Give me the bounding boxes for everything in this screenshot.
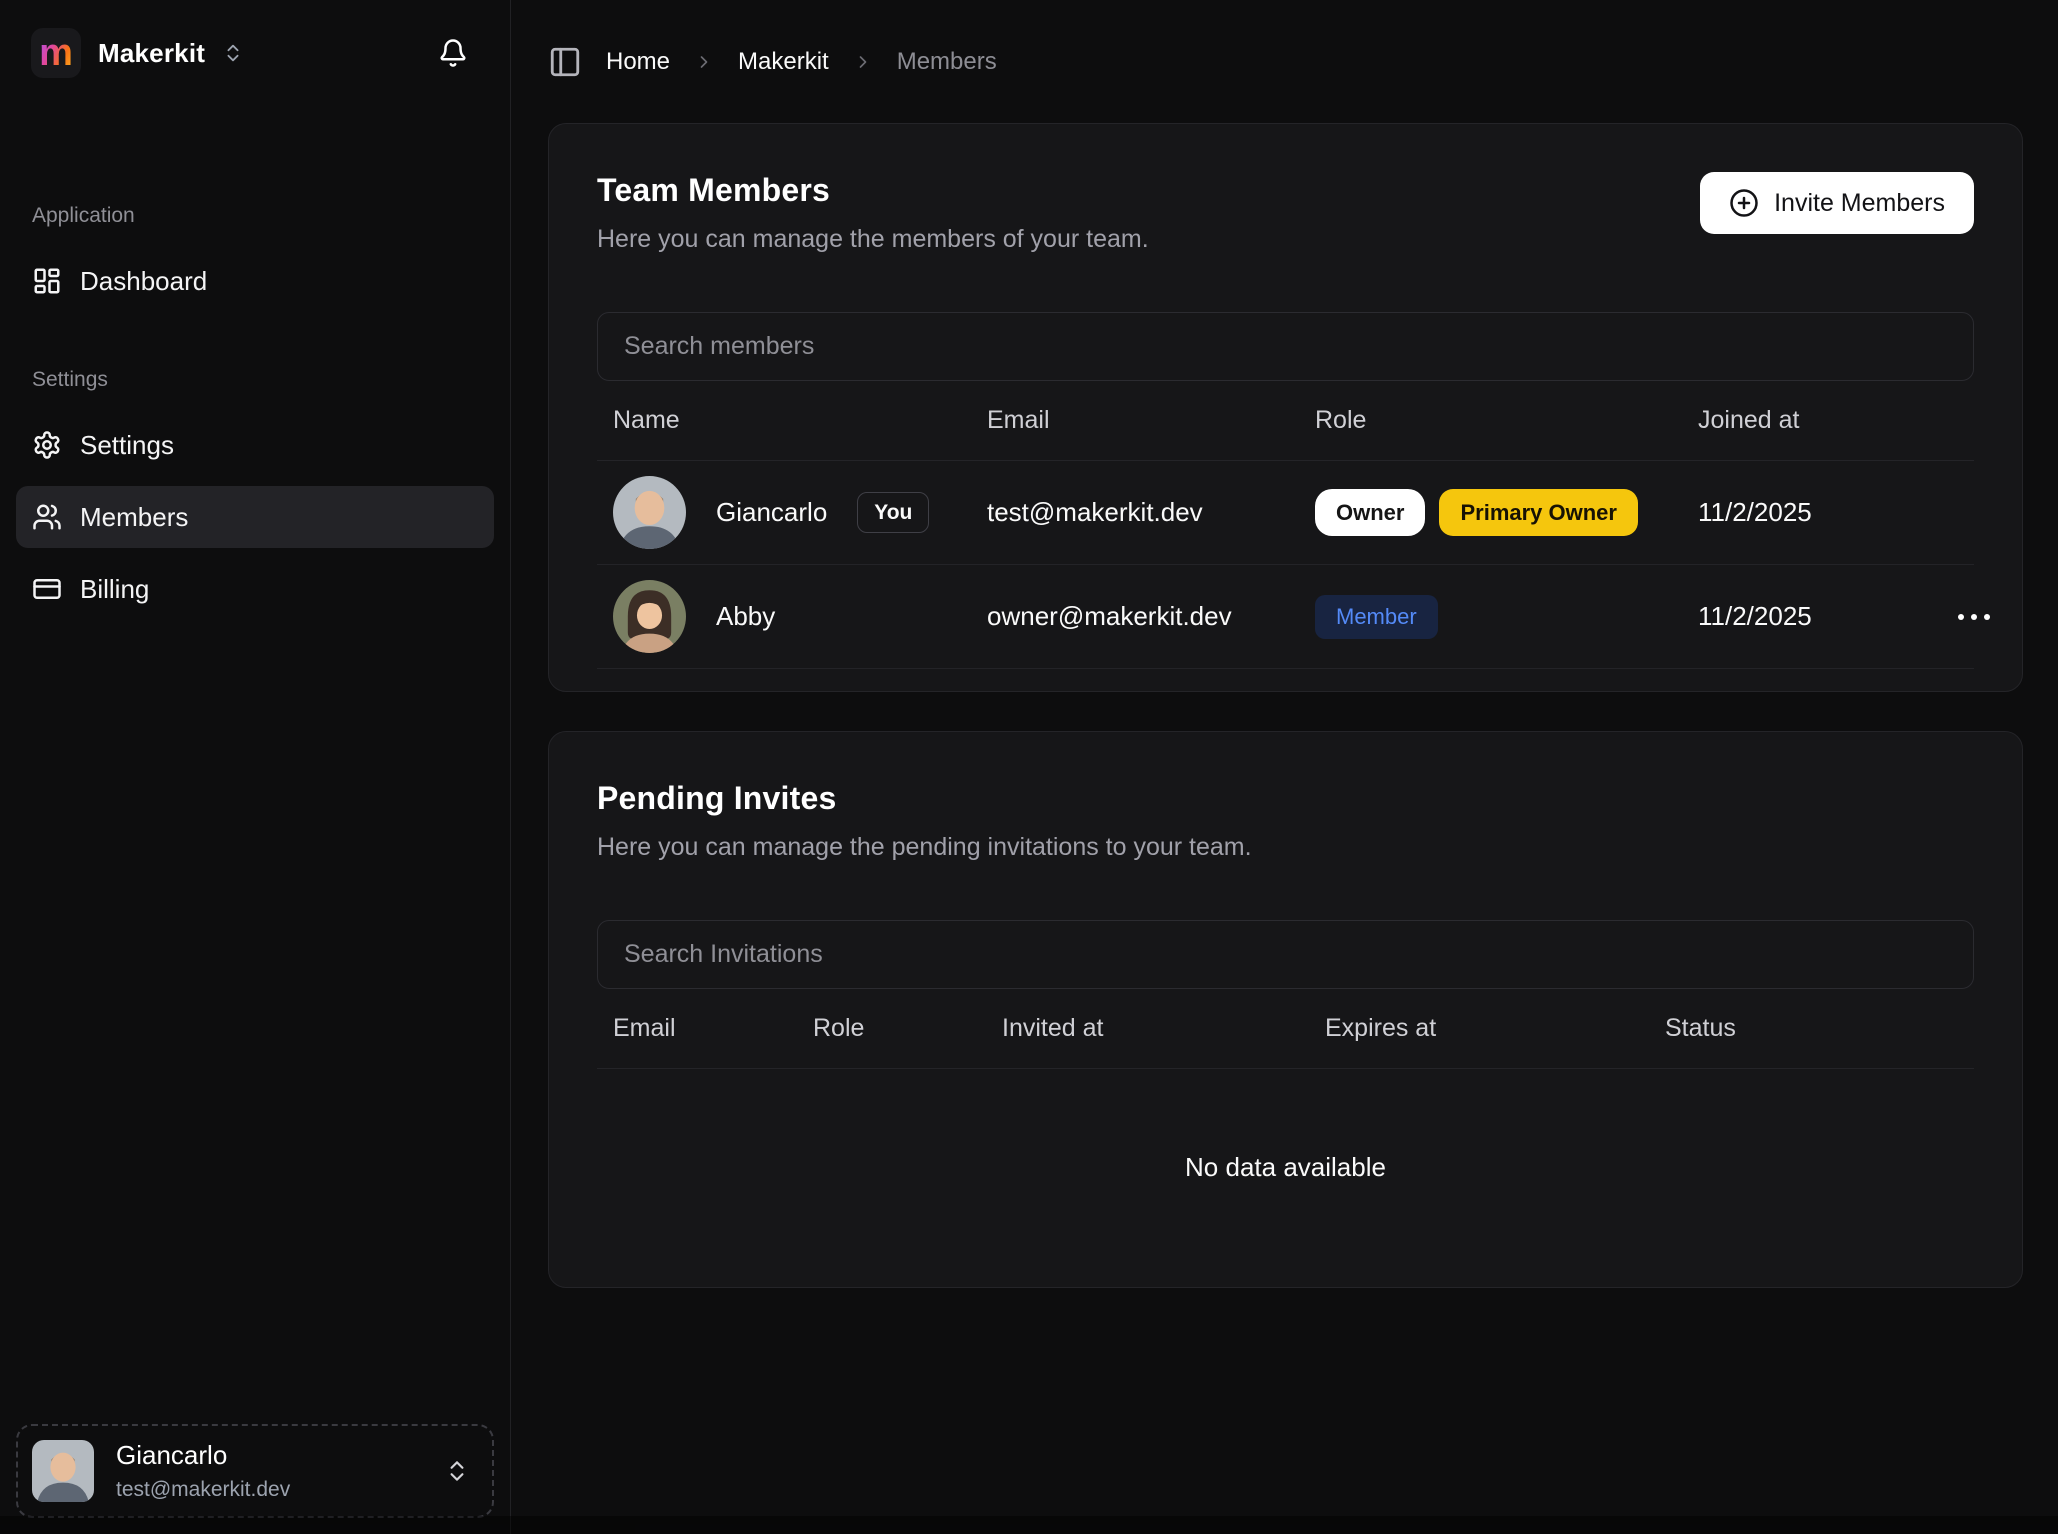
role-badge-primary-owner: Primary Owner xyxy=(1439,489,1638,536)
member-name-cell: Giancarlo You xyxy=(597,476,987,549)
row-actions-button[interactable] xyxy=(1948,604,2000,630)
search-members-input[interactable] xyxy=(597,312,1974,381)
ellipsis-icon xyxy=(1958,614,1964,620)
breadcrumb-home[interactable]: Home xyxy=(606,48,670,76)
sidebar-item-dashboard[interactable]: Dashboard xyxy=(16,250,494,312)
nav-section-application: Application Dashboard xyxy=(16,204,494,312)
user-name: Giancarlo xyxy=(116,1440,290,1471)
app-root: m Makerkit Application D xyxy=(0,0,2058,1534)
sidebar-footer: Giancarlo test@makerkit.dev xyxy=(0,1408,510,1534)
member-joined-at: 11/2/2025 xyxy=(1698,497,1948,528)
ellipsis-icon xyxy=(1971,614,1977,620)
role-badge-member: Member xyxy=(1315,595,1438,639)
table-row: Abby owner@makerkit.dev Member 11/2/2025 xyxy=(597,565,1974,669)
sidebar-item-label: Settings xyxy=(80,430,174,461)
team-members-heading: Team Members Here you can manage the mem… xyxy=(597,172,1149,254)
nav-section-label: Settings xyxy=(32,368,494,392)
avatar xyxy=(613,476,686,549)
member-roles-cell: Owner Primary Owner xyxy=(1315,489,1698,536)
column-header-expires-at: Expires at xyxy=(1325,1014,1665,1043)
sidebar-item-settings[interactable]: Settings xyxy=(16,414,494,476)
sidebar-item-members[interactable]: Members xyxy=(16,486,494,548)
sidebar: m Makerkit Application D xyxy=(0,0,511,1534)
column-header-email: Email xyxy=(987,406,1315,435)
chevrons-up-down-icon xyxy=(444,1458,470,1484)
sidebar-nav: Application Dashboard Settings Settings xyxy=(0,204,510,630)
team-members-header: Team Members Here you can manage the mem… xyxy=(597,172,1974,254)
notifications-button[interactable] xyxy=(432,32,474,74)
avatar xyxy=(32,1440,94,1502)
member-name: Giancarlo xyxy=(716,497,827,528)
panel-left-icon xyxy=(548,45,582,79)
workspace-logo: m xyxy=(31,28,81,78)
sidebar-item-billing[interactable]: Billing xyxy=(16,558,494,620)
column-header-role: Role xyxy=(813,1014,1002,1043)
users-icon xyxy=(32,502,62,532)
team-members-card: Team Members Here you can manage the mem… xyxy=(548,123,2023,692)
page-title: Team Members xyxy=(597,172,1149,209)
members-table-header: Name Email Role Joined at xyxy=(597,381,1974,461)
column-header-role: Role xyxy=(1315,406,1698,435)
user-menu[interactable]: Giancarlo test@makerkit.dev xyxy=(16,1424,494,1518)
bell-icon xyxy=(438,38,468,68)
workspace-logo-letter: m xyxy=(39,28,73,78)
pending-invites-heading: Pending Invites Here you can manage the … xyxy=(597,780,1252,862)
chevrons-up-down-icon xyxy=(222,42,244,64)
section-title: Pending Invites xyxy=(597,780,1252,817)
breadcrumb: Home Makerkit Members xyxy=(548,45,2023,79)
member-name-cell: Abby xyxy=(597,580,987,653)
circle-plus-icon xyxy=(1729,188,1759,218)
breadcrumb-current: Members xyxy=(897,48,997,76)
gear-icon xyxy=(32,430,62,460)
member-joined-at: 11/2/2025 xyxy=(1698,601,1948,632)
pending-invites-card: Pending Invites Here you can manage the … xyxy=(548,731,2023,1288)
avatar xyxy=(613,580,686,653)
member-actions-cell xyxy=(1948,604,2046,630)
role-badge-owner: Owner xyxy=(1315,489,1425,536)
workspace-switcher[interactable]: m Makerkit xyxy=(31,28,244,78)
card-subtitle: Here you can manage the pending invitati… xyxy=(597,833,1252,862)
sidebar-item-label: Members xyxy=(80,502,188,533)
user-meta: Giancarlo test@makerkit.dev xyxy=(116,1440,290,1502)
nav-section-settings: Settings Settings Members xyxy=(16,368,494,620)
nav-section-label: Application xyxy=(32,204,494,228)
invites-table-header: Email Role Invited at Expires at Status xyxy=(597,989,1974,1069)
dashboard-icon xyxy=(32,266,62,296)
sidebar-item-label: Billing xyxy=(80,574,149,605)
column-header-joined-at: Joined at xyxy=(1698,406,1948,435)
empty-state: No data available xyxy=(597,1069,1974,1265)
member-email: owner@makerkit.dev xyxy=(987,601,1315,632)
workspace-name: Makerkit xyxy=(98,38,205,69)
member-name: Abby xyxy=(716,601,775,632)
user-email: test@makerkit.dev xyxy=(116,1478,290,1502)
pending-invites-header: Pending Invites Here you can manage the … xyxy=(597,780,1974,862)
breadcrumb-makerkit[interactable]: Makerkit xyxy=(738,48,829,76)
main-content: Home Makerkit Members Team Members Here … xyxy=(511,0,2058,1534)
chevron-right-icon xyxy=(853,52,873,72)
search-invitations-input[interactable] xyxy=(597,920,1974,989)
column-header-name: Name xyxy=(597,406,987,435)
column-header-email: Email xyxy=(597,1014,813,1043)
table-row: Giancarlo You test@makerkit.dev Owner Pr… xyxy=(597,461,1974,565)
ellipsis-icon xyxy=(1984,614,1990,620)
member-email: test@makerkit.dev xyxy=(987,497,1315,528)
you-badge: You xyxy=(857,492,929,533)
invite-members-label: Invite Members xyxy=(1774,189,1945,218)
credit-card-icon xyxy=(32,574,62,604)
card-subtitle: Here you can manage the members of your … xyxy=(597,225,1149,254)
column-header-status: Status xyxy=(1665,1014,1974,1043)
sidebar-toggle-button[interactable] xyxy=(548,45,582,79)
column-header-invited-at: Invited at xyxy=(1002,1014,1325,1043)
chevron-right-icon xyxy=(694,52,714,72)
member-roles-cell: Member xyxy=(1315,595,1698,639)
sidebar-header: m Makerkit xyxy=(0,0,510,78)
invite-members-button[interactable]: Invite Members xyxy=(1700,172,1974,234)
sidebar-item-label: Dashboard xyxy=(80,266,207,297)
